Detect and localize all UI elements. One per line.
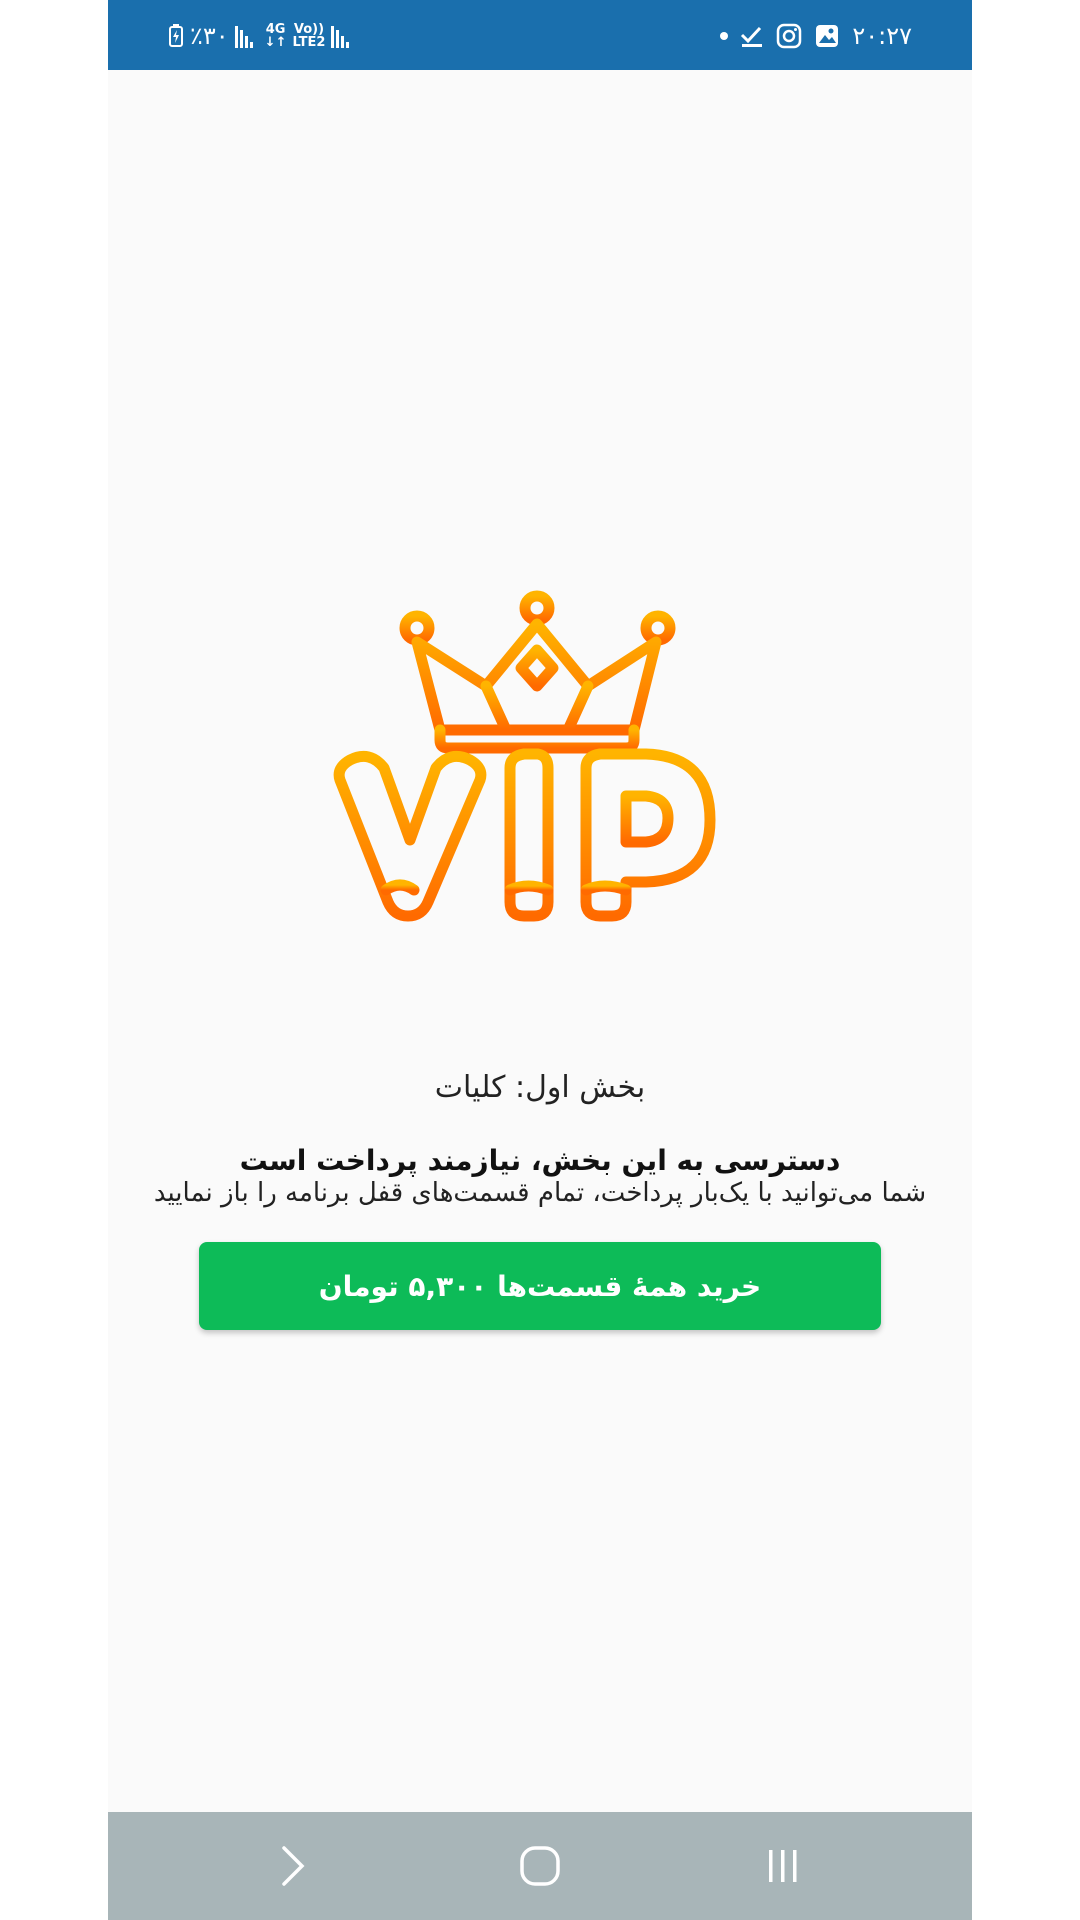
battery-percent: ٪۳۰	[190, 22, 229, 50]
home-circle-icon	[520, 1846, 560, 1886]
main-content: بخش اول: کلیات دسترسی به این بخش، نیازمن…	[108, 70, 972, 1812]
status-left: ٪۳۰ 4G ↓↑ Vo)) LTE2	[168, 22, 350, 50]
recents-icon	[769, 1850, 797, 1882]
lte-label: LTE2	[292, 35, 326, 50]
gallery-icon	[816, 25, 839, 47]
navigation-bar	[108, 1812, 972, 1920]
chevron-right-icon	[282, 1846, 305, 1886]
nav-recents-button[interactable]	[753, 1840, 813, 1892]
nav-home-button[interactable]	[510, 1840, 570, 1892]
status-bar: ٪۳۰ 4G ↓↑ Vo)) LTE2 ۲۰:۲۷	[108, 0, 972, 70]
data-arrows-icon: ↓↑	[264, 35, 287, 50]
access-message: دسترسی به این بخش، نیازمند پرداخت است	[239, 1144, 841, 1177]
section-title: بخش اول: کلیات	[434, 1070, 646, 1105]
signal-icon-2	[331, 24, 350, 48]
battery-charging-icon	[169, 24, 183, 47]
buy-all-button[interactable]: خرید همهٔ قسمت‌ها ۵,۳۰۰ تومان	[199, 1242, 881, 1330]
status-right: ۲۰:۲۷	[720, 22, 912, 50]
network-4g-indicator: 4G ↓↑	[265, 23, 287, 49]
dot-icon	[720, 32, 729, 40]
signal-icon	[234, 24, 253, 48]
clock: ۲۰:۲۷	[852, 22, 912, 50]
phone-screen: ٪۳۰ 4G ↓↑ Vo)) LTE2 ۲۰:۲۷ بخش اول: کلیات…	[108, 0, 972, 1920]
checkmark-icon	[741, 26, 763, 47]
instagram-icon	[777, 23, 802, 49]
description-text: شما می‌توانید با یک‌بار پرداخت، تمام قسم…	[153, 1178, 927, 1208]
volte-indicator: Vo)) LTE2	[292, 23, 325, 49]
nav-back-button[interactable]	[263, 1840, 323, 1892]
vip-crown-logo	[333, 590, 716, 922]
